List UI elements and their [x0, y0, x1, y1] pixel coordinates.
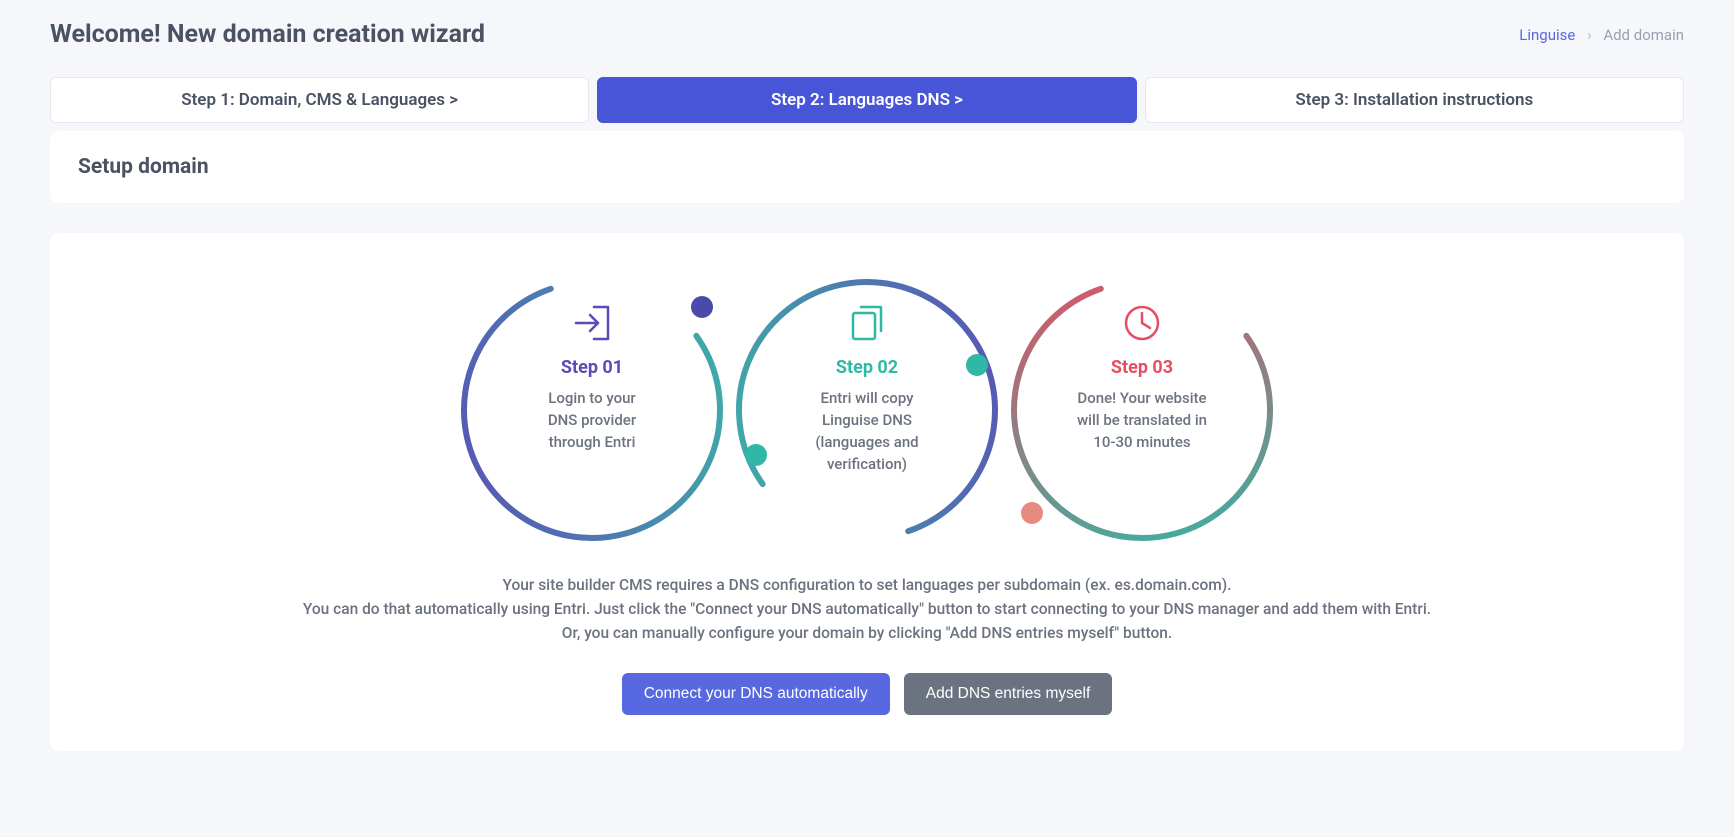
action-buttons: Connect your DNS automatically Add DNS e… — [90, 673, 1644, 715]
diagram-step1-title: Step 01 — [561, 357, 623, 378]
clock-icon — [1126, 307, 1158, 339]
breadcrumb-home-link[interactable]: Linguise — [1519, 26, 1575, 44]
diagram-step2-line3: (languages and — [815, 433, 918, 451]
breadcrumb-current: Add domain — [1603, 26, 1684, 44]
copy-icon — [853, 307, 881, 339]
page-header: Welcome! New domain creation wizard Ling… — [50, 20, 1684, 49]
breadcrumb: Linguise › Add domain — [1519, 26, 1684, 44]
page-title: Welcome! New domain creation wizard — [50, 20, 485, 49]
steps-diagram: Step 01 Login to your DNS provider throu… — [90, 265, 1644, 555]
diagram-step2-line4: verification) — [827, 455, 907, 473]
login-icon — [576, 307, 608, 339]
diagram-step3-line3: 10-30 minutes — [1093, 433, 1191, 451]
setup-domain-card: Setup domain — [50, 131, 1684, 203]
info-line-2: You can do that automatically using Entr… — [90, 597, 1644, 621]
diagram-step3-line2: will be translated in — [1077, 411, 1207, 429]
svg-text:Done! Your website: Done! Your website — [1077, 389, 1206, 407]
diagram-step3-line1b: Your website — [1116, 389, 1206, 407]
diagram-step1-line1: Login to your — [548, 389, 636, 407]
tab-step-2[interactable]: Step 2: Languages DNS > — [597, 77, 1136, 123]
diagram-step2-line2: Linguise DNS — [822, 411, 912, 429]
tab-step-1[interactable]: Step 1: Domain, CMS & Languages > — [50, 77, 589, 123]
connect-dns-button[interactable]: Connect your DNS automatically — [622, 673, 890, 715]
diagram-step2-title: Step 02 — [836, 357, 898, 378]
diagram-step3-done: Done! — [1077, 389, 1116, 407]
breadcrumb-separator: › — [1587, 26, 1592, 44]
diagram-step1-line2: DNS provider — [548, 411, 637, 429]
diagram-step2-line1: Entri will copy — [820, 389, 914, 407]
info-text: Your site builder CMS requires a DNS con… — [90, 573, 1644, 645]
tab-step-3[interactable]: Step 3: Installation instructions — [1145, 77, 1684, 123]
diagram-step1-line3: through Entri — [549, 433, 636, 451]
info-line-1: Your site builder CMS requires a DNS con… — [90, 573, 1644, 597]
dns-content-card: Step 01 Login to your DNS provider throu… — [50, 233, 1684, 751]
info-line-3: Or, you can manually configure your doma… — [90, 621, 1644, 645]
wizard-tabs: Step 1: Domain, CMS & Languages > Step 2… — [50, 77, 1684, 123]
diagram-step3-title: Step 03 — [1111, 357, 1173, 378]
add-dns-manual-button[interactable]: Add DNS entries myself — [904, 673, 1113, 715]
setup-domain-title: Setup domain — [78, 155, 1656, 179]
